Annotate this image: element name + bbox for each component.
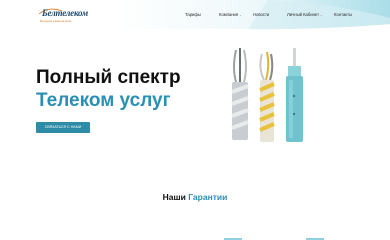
logo-name: Белтелеком	[42, 8, 88, 18]
guarantees-heading: Наши Гарантии	[0, 192, 390, 202]
nav-item-news[interactable]: Новости	[253, 12, 269, 17]
logo-tagline: Мы всегда с вами на связи	[40, 20, 72, 23]
cable-middle	[259, 51, 275, 142]
nav-item-company[interactable]: Компания⌄	[219, 12, 242, 17]
chevron-down-icon: ⌄	[239, 13, 242, 17]
guarantees-heading-word1: Наши	[162, 192, 186, 202]
hero-title-line2: Телеком услуг	[36, 90, 171, 111]
cable-right	[286, 48, 303, 142]
cable-left	[231, 48, 249, 140]
contact-us-button[interactable]: СВЯЗАТЬСЯ С НАМИ	[36, 122, 90, 133]
guarantees-heading-word2: Гарантии	[188, 192, 228, 202]
main-nav: Тарифы Компания⌄ Новости Личный Кабинет⌄…	[118, 0, 390, 30]
nav-item-contacts[interactable]: Контакты	[334, 12, 352, 17]
site-header: Белтелеком Мы всегда с вами на связи Тар…	[0, 0, 390, 32]
nav-item-account[interactable]: Личный Кабинет⌄	[287, 12, 323, 17]
cables-illustration	[231, 48, 303, 142]
chevron-down-icon: ⌄	[320, 13, 323, 17]
hero-title: Полный спектр Телеком услуг	[36, 66, 181, 112]
hero-title-line1: Полный спектр	[36, 67, 181, 88]
brand-logo[interactable]: Белтелеком Мы всегда с вами на связи	[38, 8, 88, 26]
nav-item-tariffs[interactable]: Тарифы	[185, 12, 201, 17]
